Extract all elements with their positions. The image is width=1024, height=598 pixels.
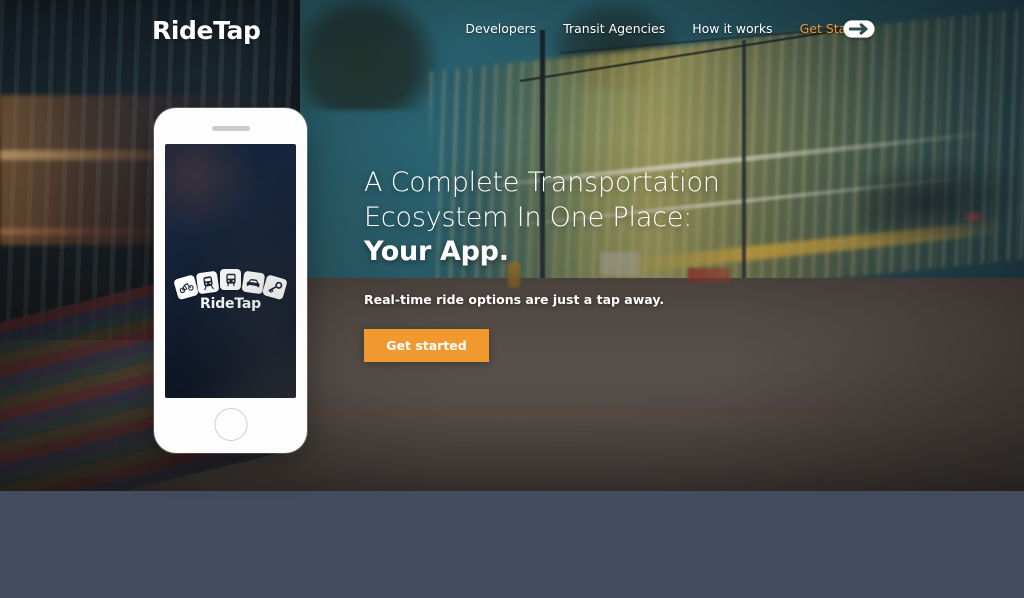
nav-links: Developers Transit Agencies How it works… (465, 21, 872, 36)
phone-home-button[interactable] (214, 408, 247, 441)
bus-icon (220, 269, 241, 290)
hero-copy: A Complete Transportation Ecosystem In O… (364, 166, 794, 362)
headline-line-1: A Complete Transportation (364, 167, 720, 198)
sdk-section: The RideTap SDK (0, 491, 1024, 598)
headline-bold: Your App. (364, 236, 509, 268)
nav-link-developers[interactable]: Developers (465, 21, 536, 36)
key-icon (261, 274, 288, 301)
headline-line-2: Ecosystem In One Place: (364, 201, 693, 233)
train-icon (195, 270, 220, 295)
page-title: A Complete Transportation Ecosystem In O… (364, 166, 794, 270)
nav-link-how-it-works[interactable]: How it works (692, 21, 772, 36)
phone-screen: RideTap (165, 144, 296, 398)
app-icon-row (165, 248, 296, 301)
nav-link-transit-agencies[interactable]: Transit Agencies (563, 21, 665, 36)
main-navigation: RideTap Developers Transit Agencies How … (0, 0, 1024, 56)
hero-subtext: Real-time ride options are just a tap aw… (364, 291, 665, 307)
bicycle-icon (173, 274, 200, 301)
brand-logo[interactable]: RideTap (152, 16, 261, 45)
get-started-button[interactable]: Get started (364, 328, 489, 362)
page-root: RideTap Developers Transit Agencies How … (0, 0, 1024, 598)
phone-app-name: RideTap (200, 296, 261, 312)
phone-speaker (211, 126, 250, 131)
arrow-link-icon[interactable] (842, 19, 876, 39)
phone-mockup: RideTap (154, 108, 307, 453)
car-icon (241, 270, 266, 295)
